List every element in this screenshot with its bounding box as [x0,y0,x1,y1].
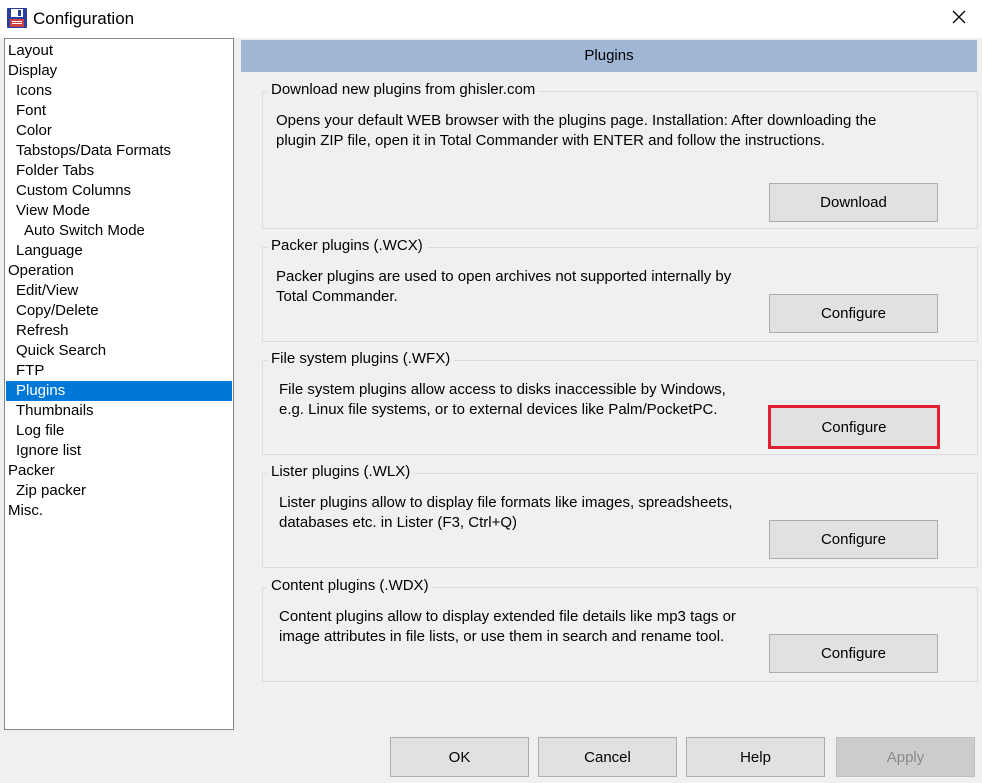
group-lister-title: Lister plugins (.WLX) [267,462,415,482]
group-download-desc-line1: Opens your default WEB browser with the … [276,112,877,129]
group-download-desc-line2: plugin ZIP file, open it in Total Comman… [276,132,825,149]
tree-item-label: Operation [8,262,74,279]
group-lister-desc-line2: databases etc. in Lister (F3, Ctrl+Q) [279,514,518,531]
tree-item[interactable]: Tabstops/Data Formats [6,141,232,161]
tree-item[interactable]: Language [6,241,232,261]
tree-item-label: Font [16,102,47,119]
apply-button[interactable]: Apply [836,737,975,777]
ok-button[interactable]: OK [390,737,529,777]
tree-item[interactable]: Layout [6,41,232,61]
tree-item[interactable]: Copy/Delete [6,301,232,321]
tree-item[interactable]: Custom Columns [6,181,232,201]
title-bar: Configuration [0,0,982,38]
settings-tree[interactable]: Layout Display Icons Font Color Tabstops/Data… [4,38,234,730]
lister-configure-button[interactable]: Configure [769,520,938,559]
tree-item[interactable]: Display [6,61,232,81]
tree-item-label: Thumbnails [16,402,94,419]
group-content-title: Content plugins (.WDX) [267,576,433,596]
tree-item-label: Icons [16,82,52,99]
tree-item-label: Folder Tabs [16,162,95,179]
tree-item[interactable]: Plugins [6,381,232,401]
tree-item[interactable]: FTP [6,361,232,381]
tree-item-label: Copy/Delete [16,302,99,319]
tree-item-label: Zip packer [16,482,87,499]
window-title: Configuration [33,9,135,28]
group-packer-desc-line2: Total Commander. [276,288,398,305]
tree-item[interactable]: Ignore list [6,441,232,461]
content-configure-button[interactable]: Configure [769,634,938,673]
tree-item-label: Quick Search [16,342,107,359]
tree-item-label: Edit/View [16,282,79,299]
tree-item[interactable]: Packer [6,461,232,481]
tree-item[interactable]: View Mode [6,201,232,221]
panel-header: Plugins [241,40,977,72]
tree-item[interactable]: Operation [6,261,232,281]
tree-item[interactable]: Icons [6,81,232,101]
tree-item[interactable]: Edit/View [6,281,232,301]
group-content-desc-line1: Content plugins allow to display extende… [279,608,736,625]
tree-item-label: Log file [16,422,65,439]
tree-item-label: Misc. [8,502,43,519]
tree-item[interactable]: Folder Tabs [6,161,232,181]
group-packer: Packer plugins (.WCX) Packer plugins are… [262,236,978,342]
close-icon [951,9,967,29]
download-button[interactable]: Download [769,183,938,222]
tree-item-label: Ignore list [16,442,82,459]
cancel-button[interactable]: Cancel [538,737,677,777]
tree-item[interactable]: Zip packer [6,481,232,501]
close-button[interactable] [936,0,982,38]
tree-item[interactable]: Misc. [6,501,232,521]
tree-item[interactable]: Font [6,101,232,121]
group-packer-title: Packer plugins (.WCX) [267,236,427,256]
tree-item[interactable]: Log file [6,421,232,441]
tree-item-label: Display [8,62,58,79]
group-filesystem: File system plugins (.WFX) File system p… [262,349,978,455]
tree-item-label: Language [16,242,83,259]
tree-item-label: Color [16,122,52,139]
tree-item[interactable]: Quick Search [6,341,232,361]
tree-item[interactable]: Color [6,121,232,141]
group-filesystem-title: File system plugins (.WFX) [267,349,455,369]
tree-item-label: View Mode [16,202,90,219]
group-lister-desc-line1: Lister plugins allow to display file for… [279,494,733,511]
help-button[interactable]: Help [686,737,825,777]
tree-item[interactable]: Auto Switch Mode [6,221,232,241]
tree-item-label: Plugins [16,382,66,399]
group-content-desc-line2: image attributes in file lists, or use t… [279,628,725,645]
group-download: Download new plugins from ghisler.com Op… [262,80,978,229]
tree-item[interactable]: Thumbnails [6,401,232,421]
group-download-title: Download new plugins from ghisler.com [267,80,540,100]
group-content: Content plugins (.WDX) Content plugins a… [262,576,978,682]
tree-item-label: FTP [16,362,45,379]
group-packer-desc-line1: Packer plugins are used to open archives… [276,268,732,285]
filesystem-configure-button[interactable]: Configure [768,405,940,449]
tree-item[interactable]: Refresh [6,321,232,341]
group-filesystem-desc-line1: File system plugins allow access to disk… [279,381,726,398]
tree-item-label: Layout [8,42,54,59]
tree-item-label: Custom Columns [16,182,132,199]
tree-item-label: Tabstops/Data Formats [16,142,172,159]
group-lister: Lister plugins (.WLX) Lister plugins all… [262,462,978,568]
floppy-disk-icon [6,7,28,29]
tree-item-label: Packer [8,462,55,479]
tree-item-label: Refresh [16,322,69,339]
tree-item-label: Auto Switch Mode [24,222,145,239]
packer-configure-button[interactable]: Configure [769,294,938,333]
group-filesystem-desc-line2: e.g. Linux file systems, or to external … [279,401,718,418]
